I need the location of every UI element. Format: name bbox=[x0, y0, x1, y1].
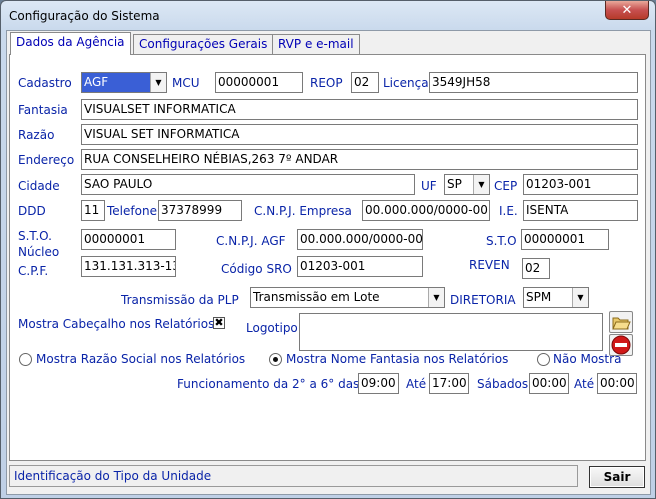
ddd-field[interactable]: 11 bbox=[81, 200, 105, 221]
telefone-field[interactable]: 37378999 bbox=[158, 200, 242, 221]
mostra-cabecalho-checkbox[interactable]: ✖ bbox=[213, 317, 225, 329]
uf-label: UF bbox=[421, 179, 437, 193]
reop-label: REOP bbox=[310, 76, 343, 90]
open-folder-button[interactable] bbox=[609, 311, 633, 333]
ddd-label: DDD bbox=[18, 204, 46, 218]
telefone-label: Telefone bbox=[107, 204, 157, 218]
ie-field[interactable]: ISENTA bbox=[523, 200, 638, 221]
cep-label: CEP bbox=[494, 179, 518, 193]
tab-panel: Cadastro AGF ▼ MCU 00000001 REOP 02 Lice… bbox=[9, 54, 646, 461]
mcu-field[interactable]: 00000001 bbox=[215, 72, 303, 93]
sabado-fim-field[interactable]: 00:00 bbox=[597, 373, 637, 394]
diretoria-value: SPM bbox=[526, 290, 552, 304]
tab-dados-agencia[interactable]: Dados da Agência bbox=[10, 32, 131, 55]
razao-field[interactable]: VISUAL SET INFORMATICA bbox=[81, 124, 638, 145]
cep-field[interactable]: 01203-001 bbox=[523, 174, 638, 195]
funcionamento-label: Funcionamento da 2° a 6° das bbox=[177, 377, 360, 391]
folder-open-icon bbox=[612, 317, 631, 330]
hora-inicio-field[interactable]: 09:00 bbox=[358, 373, 399, 394]
cadastro-select[interactable]: AGF ▼ bbox=[81, 72, 167, 93]
reop-field[interactable]: 02 bbox=[351, 72, 379, 93]
chevron-down-icon[interactable]: ▼ bbox=[428, 288, 444, 307]
cnpj-agf-label: C.N.P.J. AGF bbox=[216, 234, 286, 248]
nucleo-label: Núcleo bbox=[18, 245, 60, 259]
transmissao-label: Transmissão da PLP bbox=[121, 293, 239, 307]
hora-fim-field[interactable]: 17:00 bbox=[429, 373, 469, 394]
cpf-field[interactable]: 131.131.313-13 bbox=[81, 256, 176, 277]
radio-nome-fantasia[interactable] bbox=[269, 353, 282, 366]
cadastro-value: AGF bbox=[84, 75, 109, 89]
chevron-down-icon[interactable]: ▼ bbox=[150, 73, 166, 92]
endereco-label: Endereço bbox=[18, 153, 75, 167]
radio-nao-mostra-label: Não Mostra bbox=[553, 352, 622, 366]
cidade-field[interactable]: SAO PAULO bbox=[81, 174, 415, 195]
transmissao-select[interactable]: Transmissão em Lote ▼ bbox=[250, 287, 445, 308]
endereco-field[interactable]: RUA CONSELHEIRO NÉBIAS,263 7º ANDAR bbox=[81, 149, 638, 170]
licenca-field[interactable]: 3549JH58 bbox=[429, 72, 638, 93]
logotipo-box[interactable] bbox=[299, 313, 603, 351]
tab-configuracoes-gerais[interactable]: Configurações Gerais bbox=[133, 34, 274, 54]
reven-label: REVEN bbox=[469, 258, 510, 272]
uf-value: SP bbox=[447, 177, 462, 191]
fantasia-label: Fantasia bbox=[18, 103, 68, 117]
cnpj-agf-field[interactable]: 00.000.000/0000-00 bbox=[297, 229, 423, 250]
title-bar: Configuração do Sistema ✕ bbox=[1, 1, 655, 31]
codigo-sro-field[interactable]: 01203-001 bbox=[297, 256, 423, 277]
status-bar: Identificação do Tipo da Unidade bbox=[9, 465, 578, 487]
licenca-label: Licença bbox=[383, 76, 429, 90]
diretoria-select[interactable]: SPM ▼ bbox=[523, 287, 589, 308]
codigo-sro-label: Código SRO bbox=[221, 262, 292, 276]
diretoria-label: DIRETORIA bbox=[450, 293, 516, 307]
transmissao-value: Transmissão em Lote bbox=[253, 290, 380, 304]
cidade-label: Cidade bbox=[18, 179, 60, 193]
cnpj-empresa-label: C.N.P.J. Empresa bbox=[254, 204, 352, 218]
chevron-down-icon[interactable]: ▼ bbox=[572, 288, 588, 307]
client-area: Dados da Agência Configurações Gerais RV… bbox=[6, 30, 651, 495]
cnpj-empresa-field[interactable]: 00.000.000/0000-00 bbox=[362, 200, 490, 221]
logotipo-label: Logotipo bbox=[246, 321, 298, 335]
sto2-label: S.T.O bbox=[486, 234, 517, 248]
system-config-window: Configuração do Sistema ✕ Dados da Agênc… bbox=[0, 0, 656, 499]
sto2-field[interactable]: 00000001 bbox=[521, 229, 609, 250]
radio-nome-fantasia-label: Mostra Nome Fantasia nos Relatórios bbox=[286, 352, 509, 366]
cadastro-label: Cadastro bbox=[18, 76, 72, 90]
cpf-label: C.P.F. bbox=[18, 264, 49, 278]
reven-field[interactable]: 02 bbox=[522, 258, 550, 279]
razao-label: Razão bbox=[18, 128, 55, 142]
sair-button[interactable]: Sair bbox=[589, 466, 645, 488]
ate2-label: Até bbox=[574, 377, 595, 391]
sto-label: S.T.O. bbox=[18, 229, 52, 243]
sabados-label: Sábados bbox=[477, 377, 529, 391]
close-button[interactable]: ✕ bbox=[605, 1, 649, 20]
window-title: Configuração do Sistema bbox=[9, 9, 160, 23]
radio-razao-social-label: Mostra Razão Social nos Relatórios bbox=[36, 352, 246, 366]
sabado-inicio-field[interactable]: 00:00 bbox=[529, 373, 569, 394]
tab-rvp-email[interactable]: RVP e e-mail bbox=[272, 34, 360, 54]
ate-label: Até bbox=[406, 377, 427, 391]
chevron-down-icon[interactable]: ▼ bbox=[473, 175, 489, 194]
fantasia-field[interactable]: VISUALSET INFORMATICA bbox=[81, 99, 638, 120]
sto-nucleo-field[interactable]: 00000001 bbox=[81, 229, 176, 250]
ie-label: I.E. bbox=[499, 204, 518, 218]
radio-razao-social[interactable] bbox=[19, 353, 32, 366]
mostra-cabecalho-label: Mostra Cabeçalho nos Relatórios bbox=[18, 317, 215, 331]
radio-nao-mostra[interactable] bbox=[537, 353, 550, 366]
mcu-label: MCU bbox=[172, 76, 200, 90]
uf-select[interactable]: SP ▼ bbox=[444, 174, 490, 195]
